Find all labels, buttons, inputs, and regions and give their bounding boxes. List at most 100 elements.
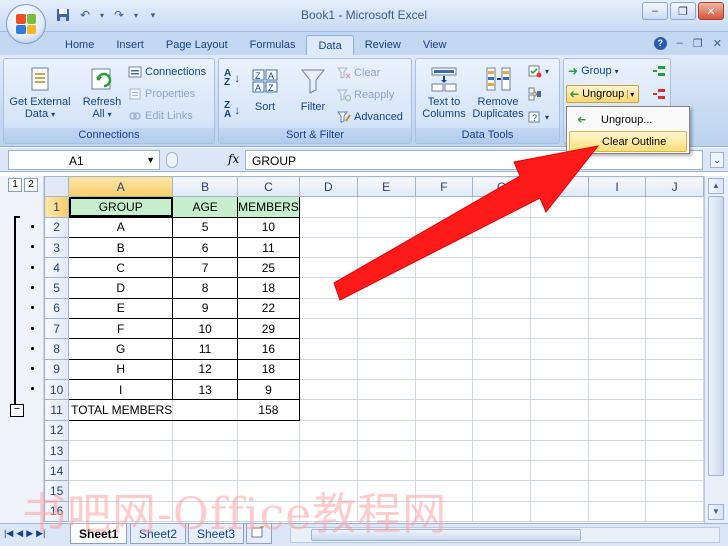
cell-a12[interactable] xyxy=(68,419,174,441)
cell-a8[interactable]: G xyxy=(68,338,174,360)
cell-i12[interactable] xyxy=(587,419,647,441)
cell-j3[interactable] xyxy=(645,236,704,259)
close-button[interactable]: ✕ xyxy=(698,2,724,20)
cell-c12[interactable] xyxy=(236,419,300,441)
cell-d1[interactable] xyxy=(298,196,358,218)
cell-d8[interactable] xyxy=(298,338,358,360)
cell-a6[interactable]: E xyxy=(68,297,174,320)
cell-c10[interactable]: 9 xyxy=(236,378,300,401)
cell-e12[interactable] xyxy=(356,419,416,441)
cell-j14[interactable] xyxy=(645,460,704,482)
properties-button[interactable]: Properties xyxy=(128,87,195,101)
cell-i9[interactable] xyxy=(587,358,647,380)
cell-a3[interactable]: B xyxy=(68,236,174,259)
cell-d12[interactable] xyxy=(298,419,358,441)
cell-j10[interactable] xyxy=(645,378,704,401)
cell-g1[interactable] xyxy=(472,196,532,218)
cell-f11[interactable] xyxy=(414,399,474,421)
cell-c3[interactable]: 11 xyxy=(236,236,300,259)
tab-review[interactable]: Review xyxy=(354,35,412,56)
cell-c4[interactable]: 25 xyxy=(236,257,300,279)
cell-d10[interactable] xyxy=(298,378,358,401)
cell-j13[interactable] xyxy=(645,439,704,462)
scroll-up-icon[interactable]: ▲ xyxy=(708,178,724,194)
cell-f13[interactable] xyxy=(414,439,474,462)
cell-g6[interactable] xyxy=(472,297,532,320)
cell-e9[interactable] xyxy=(356,358,416,380)
cell-b4[interactable]: 7 xyxy=(172,257,238,279)
row-header-5[interactable]: 5 xyxy=(44,277,70,299)
cell-b13[interactable] xyxy=(172,439,238,462)
cell-b12[interactable] xyxy=(172,419,238,441)
sort-button[interactable]: ZAAZ Sort xyxy=(247,67,283,113)
outline-level-1-button[interactable]: 1 xyxy=(8,178,22,192)
cell-b10[interactable]: 13 xyxy=(172,378,238,401)
cell-g10[interactable] xyxy=(472,378,532,401)
worksheet-grid[interactable]: ABCDEFGHIJ 1 GROUP AGE MEMBERS 2 A 5 10 3 B 6 11 4 C 7… xyxy=(44,176,704,523)
cell-g8[interactable] xyxy=(472,338,532,360)
cell-f4[interactable] xyxy=(414,257,474,279)
cell-a11[interactable]: TOTAL MEMBERS xyxy=(68,399,174,421)
cell-e6[interactable] xyxy=(356,297,416,320)
cell-g15[interactable] xyxy=(472,480,532,502)
get-external-data-button[interactable]: Get External Data ▾ xyxy=(8,65,72,121)
cell-d13[interactable] xyxy=(298,439,358,462)
cell-g7[interactable] xyxy=(472,318,532,340)
select-all-corner[interactable] xyxy=(44,176,70,198)
reapply-button[interactable]: Reapply xyxy=(337,88,394,102)
cell-g12[interactable] xyxy=(472,419,532,441)
expand-formula-bar-icon[interactable]: ⌄ xyxy=(710,152,724,168)
column-header-h[interactable]: H xyxy=(530,176,589,198)
cell-b9[interactable]: 12 xyxy=(172,358,238,380)
row-header-8[interactable]: 8 xyxy=(44,338,70,360)
cell-e5[interactable] xyxy=(356,277,416,299)
cell-f3[interactable] xyxy=(414,236,474,259)
cell-d4[interactable] xyxy=(298,257,358,279)
cell-h14[interactable] xyxy=(530,460,589,482)
cell-c9[interactable]: 18 xyxy=(236,358,300,380)
group-button[interactable]: ➜ Group ▾ xyxy=(568,64,619,78)
cell-f12[interactable] xyxy=(414,419,474,441)
cell-d6[interactable] xyxy=(298,297,358,320)
cell-h2[interactable] xyxy=(530,216,589,238)
tab-insert[interactable]: Insert xyxy=(105,35,155,56)
row-header-9[interactable]: 9 xyxy=(44,358,70,380)
outline-level-2-button[interactable]: 2 xyxy=(24,178,38,192)
cell-b11[interactable] xyxy=(172,399,238,421)
formula-bar-splitter[interactable] xyxy=(166,152,178,168)
cell-a10[interactable]: I xyxy=(68,378,174,401)
cell-j16[interactable] xyxy=(645,500,704,523)
cell-i16[interactable] xyxy=(587,500,647,523)
cell-e2[interactable] xyxy=(356,216,416,238)
cell-c1[interactable]: MEMBERS xyxy=(236,196,300,218)
column-header-c[interactable]: C xyxy=(236,176,300,198)
name-box[interactable]: A1 ▼ xyxy=(8,150,160,170)
cell-h10[interactable] xyxy=(530,378,589,401)
cell-h15[interactable] xyxy=(530,480,589,502)
cell-a9[interactable]: H xyxy=(68,358,174,380)
cell-g2[interactable] xyxy=(472,216,532,238)
cell-e4[interactable] xyxy=(356,257,416,279)
cell-a2[interactable]: A xyxy=(68,216,174,238)
what-if-analysis-button[interactable]: ? ▾ xyxy=(528,110,549,124)
tab-data[interactable]: Data xyxy=(306,35,354,56)
tab-formulas[interactable]: Formulas xyxy=(239,35,307,56)
tab-view[interactable]: View xyxy=(412,35,458,56)
cell-e7[interactable] xyxy=(356,318,416,340)
filter-button[interactable]: Filter xyxy=(293,67,333,113)
clear-filter-button[interactable]: Clear xyxy=(337,66,380,80)
cell-c13[interactable] xyxy=(236,439,300,462)
column-header-e[interactable]: E xyxy=(356,176,416,198)
cell-i13[interactable] xyxy=(587,439,647,462)
office-button[interactable] xyxy=(6,4,46,44)
cell-j2[interactable] xyxy=(645,216,704,238)
cell-h12[interactable] xyxy=(530,419,589,441)
cell-i3[interactable] xyxy=(587,236,647,259)
cell-a4[interactable]: C xyxy=(68,257,174,279)
cell-i4[interactable] xyxy=(587,257,647,279)
cell-a1[interactable]: GROUP xyxy=(68,196,174,218)
cell-j9[interactable] xyxy=(645,358,704,380)
cell-j5[interactable] xyxy=(645,277,704,299)
cell-j6[interactable] xyxy=(645,297,704,320)
cell-i1[interactable] xyxy=(587,196,647,218)
